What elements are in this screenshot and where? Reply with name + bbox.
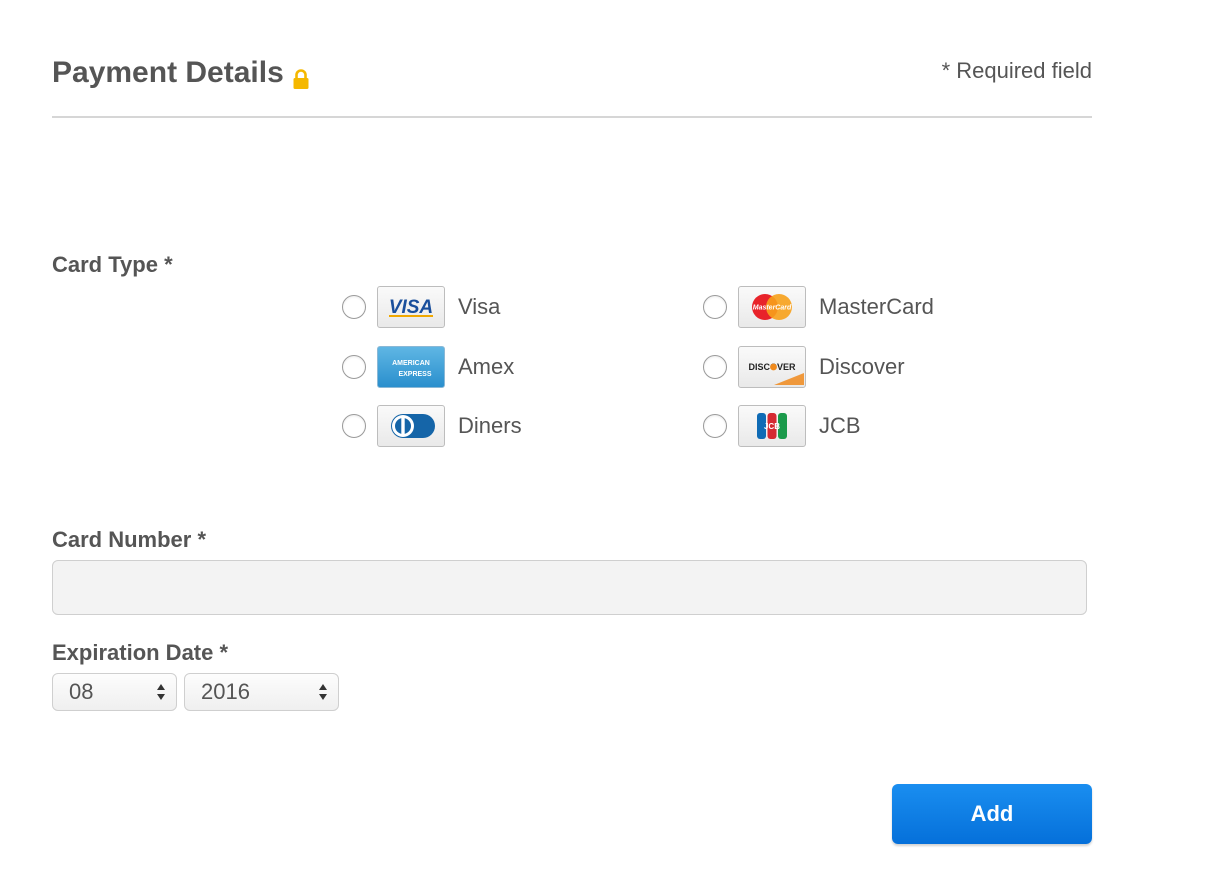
mastercard-icon: MasterCard xyxy=(738,286,806,328)
discover-icon: DISCOVER xyxy=(738,346,806,388)
add-button[interactable]: Add xyxy=(892,784,1092,844)
amex-logo-text-top: AMERICAN xyxy=(392,360,430,367)
mastercard-radio[interactable] xyxy=(703,295,727,319)
card-number-label: Card Number * xyxy=(52,527,207,552)
diners-radio[interactable] xyxy=(342,414,366,438)
card-option-mastercard[interactable]: MasterCard MasterCard xyxy=(703,286,934,328)
card-option-discover[interactable]: DISCOVER Discover xyxy=(703,346,905,388)
mastercard-logo-text: MasterCard xyxy=(753,305,792,312)
expiration-month-value: 08 xyxy=(69,679,94,704)
jcb-radio[interactable] xyxy=(703,414,727,438)
select-arrows-icon xyxy=(318,682,328,702)
diners-label: Diners xyxy=(458,413,522,438)
diners-icon xyxy=(377,405,445,447)
visa-label: Visa xyxy=(458,294,501,319)
jcb-icon: JCB xyxy=(738,405,806,447)
card-type-label: Card Type * xyxy=(52,252,173,277)
card-number-input[interactable] xyxy=(52,560,1087,615)
required-field-note: * Required field xyxy=(941,58,1092,83)
amex-icon: AMERICAN EXPRESS xyxy=(377,346,445,388)
visa-radio[interactable] xyxy=(342,295,366,319)
expiration-year-value: 2016 xyxy=(201,679,250,704)
page-title-text: Payment Details xyxy=(52,56,284,89)
discover-radio[interactable] xyxy=(703,355,727,379)
payment-header: Payment Details * Required field xyxy=(52,52,1092,118)
amex-logo-text-bottom: EXPRESS xyxy=(398,371,431,378)
expiration-month-select[interactable]: 08 xyxy=(52,673,177,711)
card-option-jcb[interactable]: JCB JCB xyxy=(703,405,861,447)
expiration-date-label: Expiration Date * xyxy=(52,640,229,665)
visa-logo-text: VISA xyxy=(389,297,433,318)
visa-icon: VISA xyxy=(377,286,445,328)
lock-icon xyxy=(292,64,310,89)
card-option-amex[interactable]: AMERICAN EXPRESS Amex xyxy=(342,346,514,388)
page-title: Payment Details xyxy=(52,56,310,90)
card-option-diners[interactable]: Diners xyxy=(342,405,522,447)
amex-radio[interactable] xyxy=(342,355,366,379)
discover-label: Discover xyxy=(819,354,905,379)
select-arrows-icon xyxy=(156,682,166,702)
jcb-logo-text: JCB xyxy=(764,422,780,431)
expiration-year-select[interactable]: 2016 xyxy=(184,673,339,711)
amex-label: Amex xyxy=(458,354,515,379)
mastercard-label: MasterCard xyxy=(819,294,934,319)
card-option-visa[interactable]: VISA Visa xyxy=(342,286,500,328)
jcb-label: JCB xyxy=(819,413,861,438)
